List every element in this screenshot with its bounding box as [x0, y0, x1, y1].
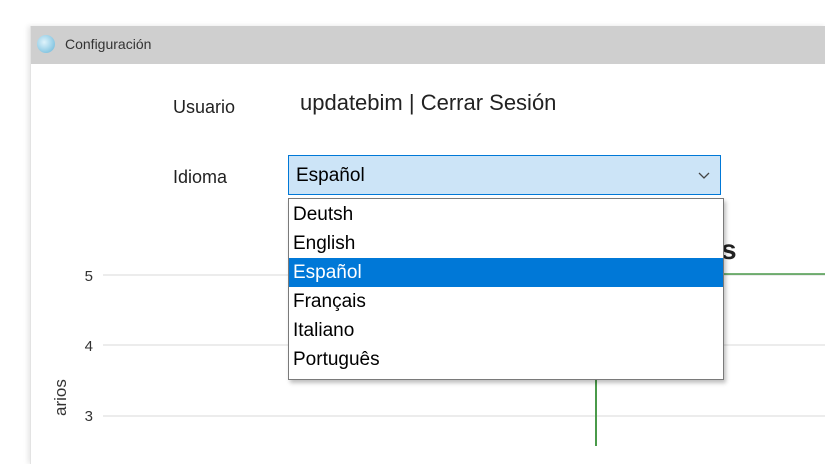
- y-tick-label-3: 3: [84, 408, 93, 425]
- language-option-deutsh[interactable]: Deutsh: [289, 200, 723, 229]
- configuration-window: Configuración s 5 4 3 arios Usuario upda…: [30, 26, 825, 464]
- screen: Configuración s 5 4 3 arios Usuario upda…: [0, 0, 825, 464]
- language-dropdown-list[interactable]: Deutsh English Español Français Italiano…: [288, 198, 724, 380]
- y-axis-label-fragment: arios: [51, 379, 70, 416]
- y-tick-label-5: 5: [84, 268, 93, 285]
- user-label: Usuario: [173, 97, 236, 117]
- language-selected-value: Español: [296, 165, 365, 186]
- language-option-portugues[interactable]: Português: [289, 345, 723, 374]
- language-label: Idioma: [173, 167, 228, 187]
- user-name: updatebim: [300, 90, 403, 115]
- language-select[interactable]: Español: [288, 155, 721, 195]
- language-option-espanol[interactable]: Español: [289, 258, 723, 287]
- chevron-down-icon: [698, 172, 710, 179]
- language-option-italiano[interactable]: Italiano: [289, 316, 723, 345]
- language-option-francais[interactable]: Français: [289, 287, 723, 316]
- logout-link[interactable]: Cerrar Sesión: [421, 90, 557, 115]
- user-line: updatebim | Cerrar Sesión: [300, 90, 556, 116]
- user-separator: |: [402, 90, 421, 115]
- y-tick-label-4: 4: [84, 338, 93, 355]
- language-option-english[interactable]: English: [289, 229, 723, 258]
